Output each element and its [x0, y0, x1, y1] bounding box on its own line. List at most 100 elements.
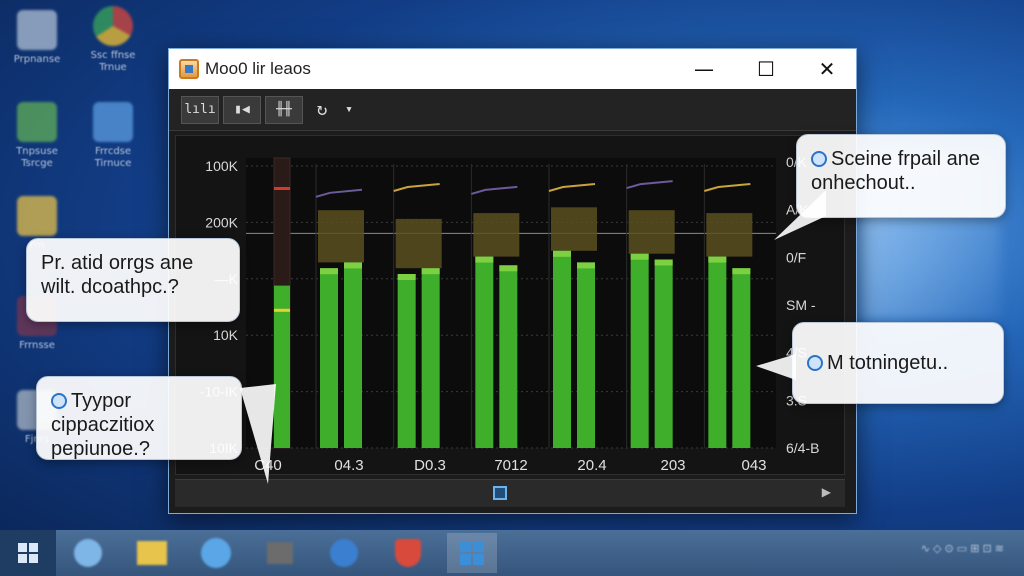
- band-area: [706, 213, 753, 257]
- spectrum-bar-top: [577, 262, 595, 269]
- callout-text-line: Sceine frpail ane: [831, 148, 980, 170]
- y-tick-label-right: SM -: [786, 297, 816, 313]
- y-tick-label-left: 100K: [205, 158, 238, 174]
- options-dropdown[interactable]: ▾: [341, 96, 357, 124]
- spectrum-bar-top: [499, 265, 518, 272]
- bars-view-button[interactable]: lılı: [181, 95, 219, 124]
- x-tick-label: 203: [660, 457, 685, 474]
- record-icon[interactable]: [493, 486, 507, 500]
- x-tick-label: 043: [741, 457, 766, 474]
- chrome-icon: [93, 6, 133, 46]
- spectrum-bar: [732, 268, 751, 448]
- callout-text-line: M totningetu..: [827, 352, 949, 374]
- desktop-icon-network[interactable]: Frrcdse Tirnuce: [78, 102, 148, 170]
- x-tick-label: 04.3: [334, 457, 363, 474]
- folder-icon: [137, 541, 167, 565]
- close-button[interactable]: ✕: [796, 49, 858, 89]
- desktop-icon-label: Frrcdse Tirnuce: [94, 146, 132, 169]
- window-title: Moo0 lir leaos: [205, 59, 311, 78]
- edge-icon: [74, 539, 102, 567]
- app-logo-icon: [179, 59, 199, 79]
- recycle-bin-icon: [17, 10, 57, 50]
- taskbar-explorer-button[interactable]: [127, 533, 177, 573]
- callout-left-top: Pr. atid orrgs ane wilt. dcoathpc.?: [26, 238, 240, 322]
- y-tick-label-right: 6/4-B: [786, 440, 819, 456]
- spectrum-bar: [630, 253, 649, 448]
- spectrum-bar-top: [475, 256, 494, 263]
- maximize-button[interactable]: ☐: [735, 49, 797, 89]
- taskbar-edge-button[interactable]: [63, 533, 113, 573]
- equalizer-button[interactable]: ╫╫: [265, 95, 303, 124]
- desktop-icon-label: Tnpsuse Tsrcge: [16, 146, 58, 169]
- desktop-icon-label: Prpnanse: [13, 54, 61, 65]
- refresh-icon: ↻: [316, 99, 328, 120]
- spectrum-bar-top: [630, 253, 649, 260]
- desktop-icon-label: Frrnsse: [19, 340, 55, 351]
- info-icon: [51, 393, 67, 409]
- callout-pointer: [756, 354, 796, 380]
- callout-text-line: Tyypor cippaczitiox: [51, 390, 155, 436]
- level-meter-peak: [274, 187, 290, 190]
- callout-pointer: [774, 190, 826, 240]
- callout-text-line: wilt. dcoathpc.?: [41, 276, 179, 298]
- spectrum-bar: [344, 262, 362, 448]
- spectrum-bar-top: [654, 259, 673, 266]
- spectrum-bar-top: [708, 256, 727, 263]
- callout-text-line: Pr. atid orrgs ane: [41, 252, 194, 274]
- control-panel-icon: [17, 102, 57, 142]
- level-meter-marker: [274, 308, 290, 312]
- spectrum-bar-top: [344, 262, 362, 269]
- title-bar[interactable]: Moo0 lir leaos — ☐ ✕: [169, 49, 856, 89]
- spectrum-bar: [654, 259, 673, 448]
- folder-icon: [17, 196, 57, 236]
- desktop-icon-label: Ssc ffnse Trnue: [90, 50, 136, 73]
- band-area: [473, 213, 520, 257]
- start-button[interactable]: [0, 530, 56, 576]
- y-tick-label-left: 200K: [205, 214, 238, 230]
- taskbar-security-button[interactable]: [383, 533, 433, 573]
- y-tick-label-left: 10K: [213, 327, 239, 343]
- speaker-icon: ▮◀: [234, 102, 250, 117]
- chevron-down-icon: ▾: [345, 102, 353, 117]
- x-tick-label: 20.4: [577, 457, 606, 474]
- refresh-button[interactable]: ↻: [307, 96, 337, 124]
- spectrum-bar: [475, 256, 494, 448]
- info-icon: [807, 355, 823, 371]
- bars-view-icon: lılı: [184, 102, 216, 117]
- taskbar-media-button[interactable]: [255, 533, 305, 573]
- chat-icon: [201, 538, 231, 568]
- desktop-icon-recycle-bin[interactable]: Prpnanse: [2, 10, 72, 66]
- spectrum-bar: [397, 274, 416, 448]
- speaker-button[interactable]: ▮◀: [223, 95, 261, 124]
- minimize-button[interactable]: —: [673, 49, 735, 89]
- taskbar-shield-button[interactable]: [319, 533, 369, 573]
- taskbar-chat-button[interactable]: [191, 533, 241, 573]
- active-app-icon: [460, 541, 484, 565]
- spectrum-bar-top: [553, 250, 571, 257]
- toolbar: lılı ▮◀ ╫╫ ↻ ▾: [169, 89, 856, 131]
- x-tick-label: D0.3: [414, 457, 446, 474]
- y-tick-label-right: 0/F: [786, 249, 806, 265]
- windows-logo-icon: [18, 543, 38, 563]
- callout-text-line: onhechout..: [811, 172, 916, 194]
- system-tray[interactable]: ∿ ◇ ⊙ ▭ ⊞ ⊡ ≋: [921, 542, 1004, 555]
- spectrum-bar: [577, 262, 595, 448]
- band-area: [318, 210, 364, 263]
- desktop-icon-control-panel[interactable]: Tnpsuse Tsrcge: [2, 102, 72, 170]
- play-arrow-icon[interactable]: ▶: [822, 485, 831, 499]
- network-icon: [93, 102, 133, 142]
- info-icon: [811, 151, 827, 167]
- desktop-icon-chrome[interactable]: Ssc ffnse Trnue: [78, 6, 148, 74]
- callout-text-line: pepiunoe.?: [51, 438, 150, 460]
- callout-right-mid: M totningetu..: [792, 322, 1004, 404]
- spectrum-bar: [421, 268, 440, 448]
- security-icon: [395, 539, 421, 567]
- spectrum-bar: [320, 268, 338, 448]
- band-area: [395, 218, 442, 269]
- spectrum-bar: [499, 265, 518, 448]
- band-area: [551, 207, 597, 251]
- taskbar-active-app-button[interactable]: [447, 533, 497, 573]
- spectrum-bar-top: [421, 268, 440, 275]
- spectrum-bar-top: [397, 274, 416, 280]
- media-icon: [267, 542, 293, 564]
